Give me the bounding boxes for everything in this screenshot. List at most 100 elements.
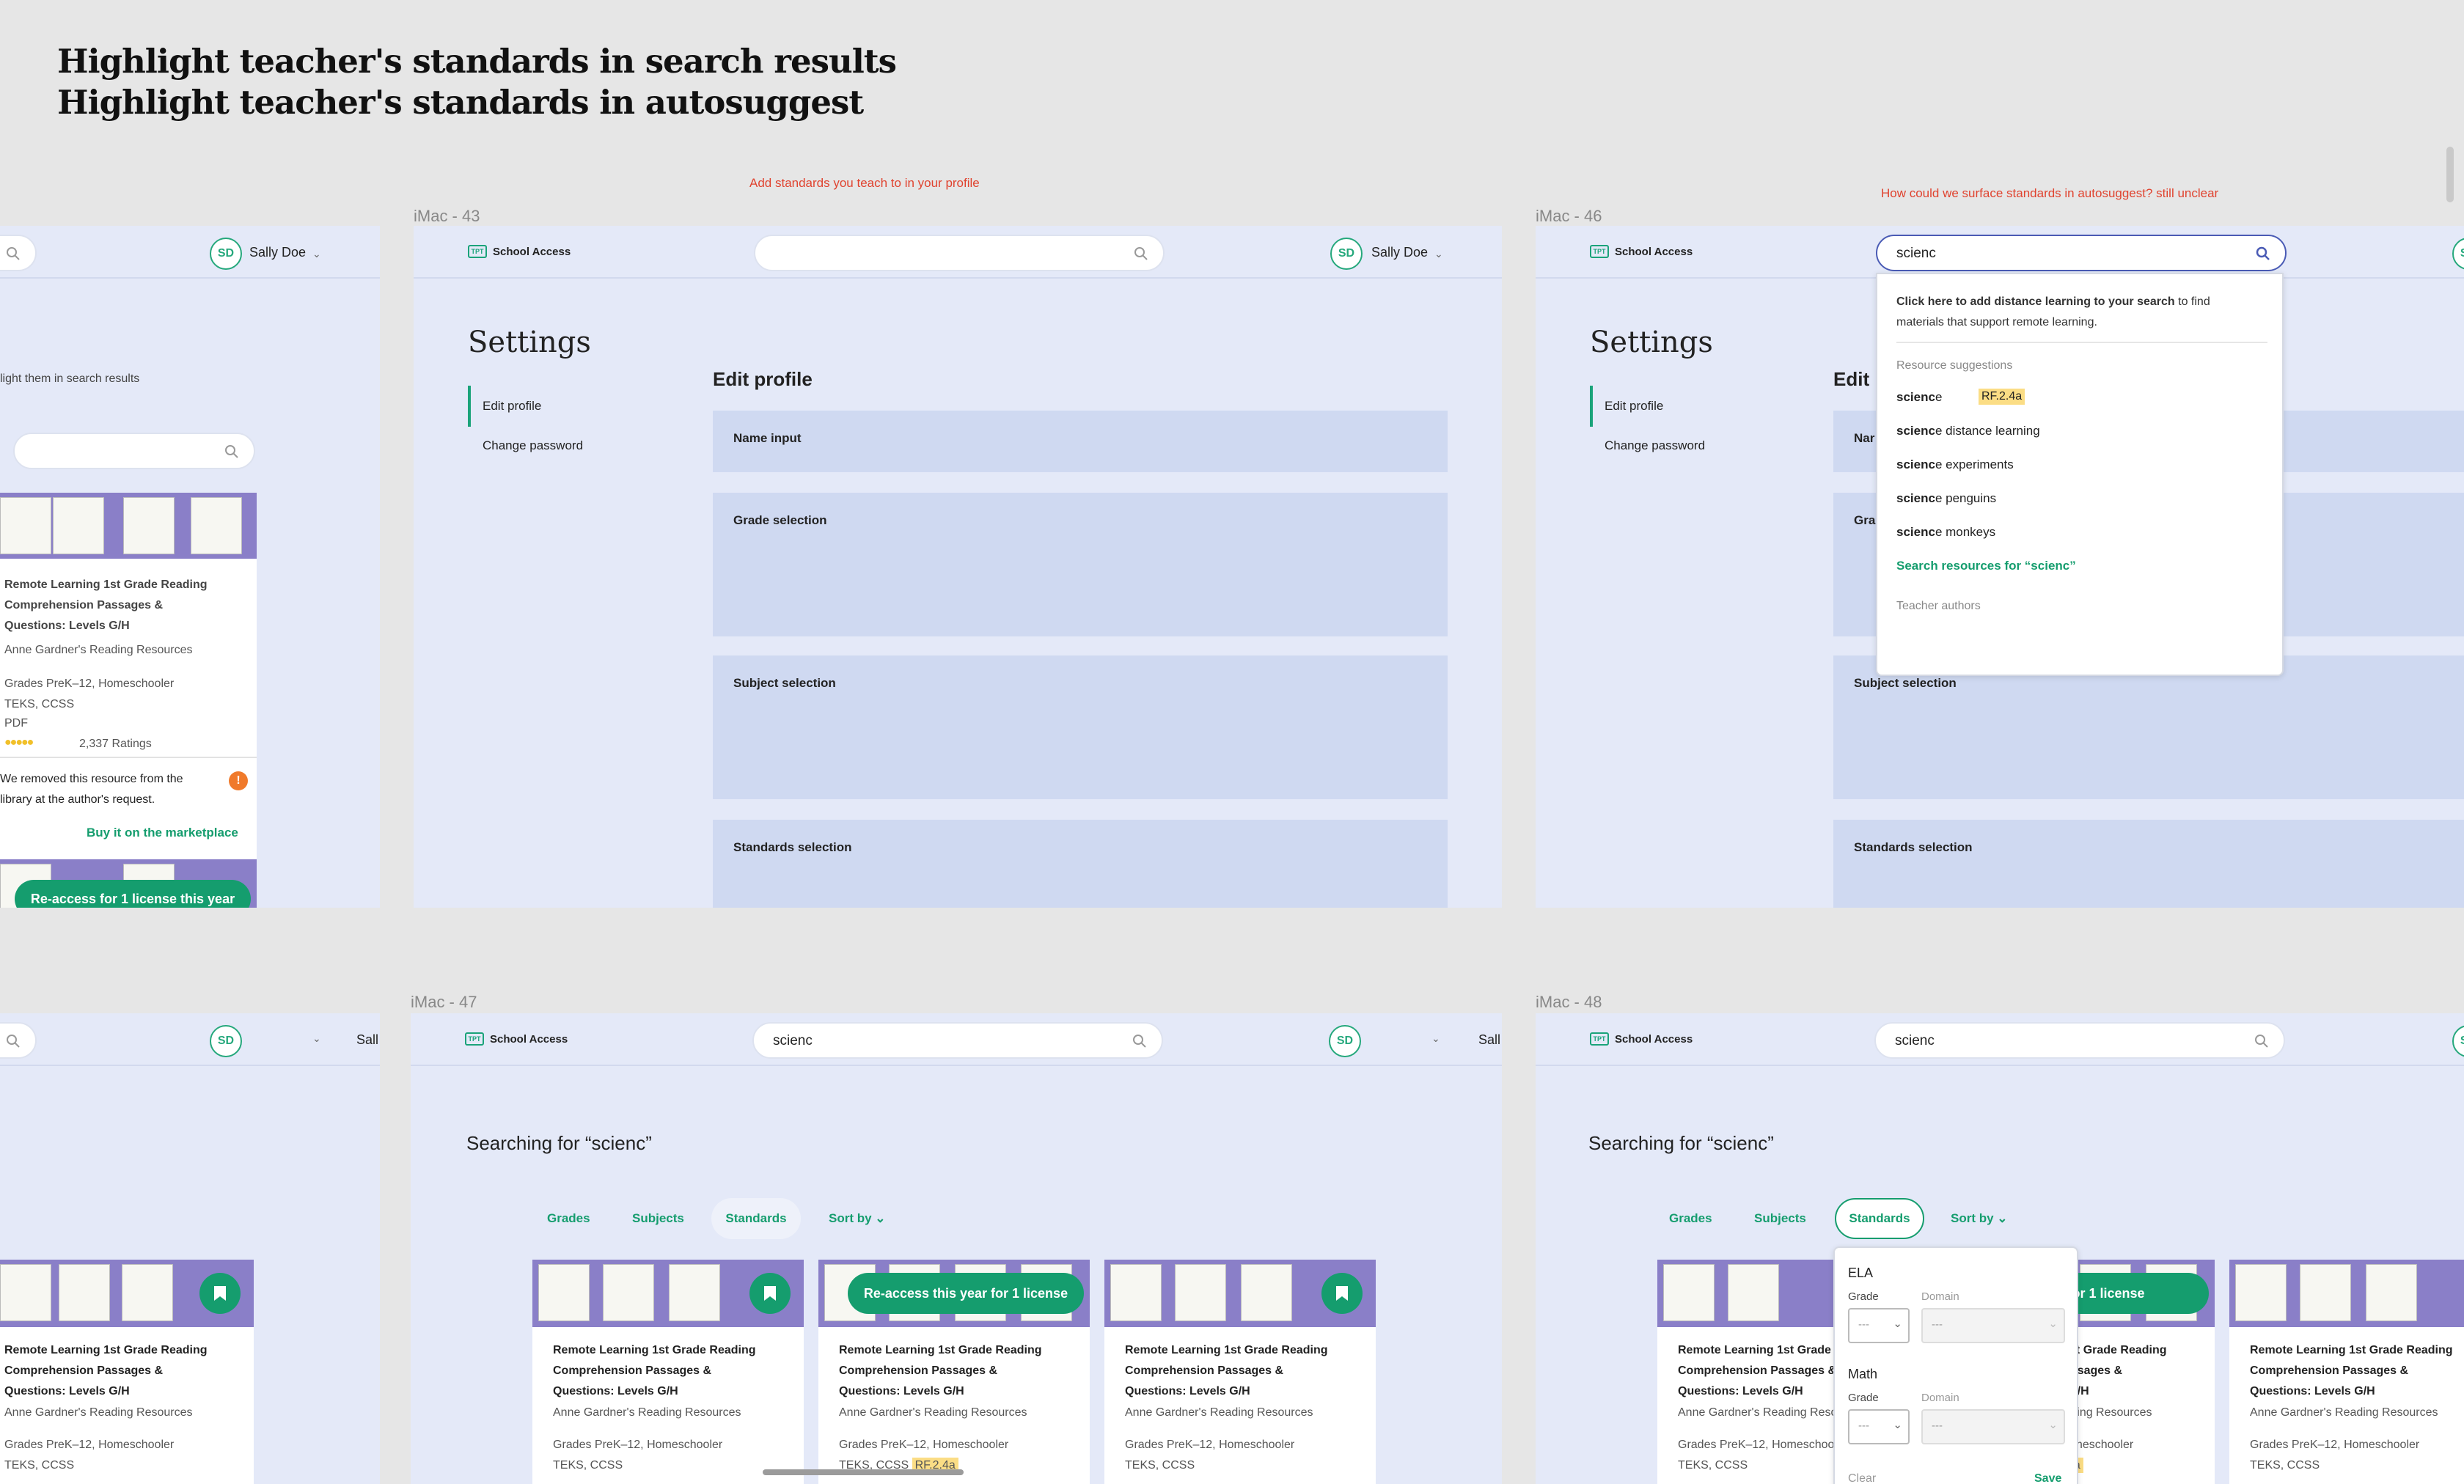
chevron-down-icon[interactable]: ⌄ — [312, 1032, 321, 1045]
subject-selection-panel[interactable]: Subject selection — [713, 655, 1448, 799]
resource-title[interactable]: Remote Learning 1st Grade Reading — [553, 1340, 756, 1361]
suggestion-item-1[interactable]: science — [1896, 390, 1942, 405]
search-icon[interactable] — [1132, 1034, 1147, 1048]
page-heading-line2: Highlight teacher's standards in autosug… — [57, 83, 864, 122]
resource-author[interactable]: Anne Gardner's Reading Resources — [4, 644, 193, 657]
chevron-down-icon[interactable]: ⌄ — [1434, 248, 1443, 260]
math-grade-select[interactable]: --- ⌄ — [1848, 1409, 1910, 1444]
resource-author[interactable]: Anne Gardner's Reading Resources — [4, 1406, 193, 1419]
page-scrollbar[interactable] — [2446, 147, 2454, 202]
school-access-logo[interactable]: TPT School Access — [465, 1032, 568, 1046]
filter-sort-by[interactable]: Sort by ⌄ — [829, 1211, 886, 1226]
resource-title[interactable]: Remote Learning 1st Grade Reading — [2250, 1340, 2453, 1361]
user-name[interactable]: Sally Doe — [249, 245, 306, 260]
resource-title-line2[interactable]: Comprehension Passages & — [839, 1361, 997, 1381]
filter-standards[interactable]: Standards — [711, 1198, 801, 1239]
standards-selection-panel[interactable]: Standards selection — [1833, 820, 2464, 908]
math-domain-select[interactable]: --- ⌄ — [1921, 1409, 2065, 1444]
search-input-secondary[interactable] — [13, 433, 255, 469]
school-access-logo[interactable]: TPT School Access — [1590, 1032, 1693, 1046]
resource-title-line2[interactable]: Comprehension Passages & — [2250, 1361, 2408, 1381]
user-name[interactable]: Sall — [1478, 1032, 1500, 1048]
resource-author[interactable]: Anne Gardner's Reading Resources — [2250, 1406, 2438, 1419]
resource-author[interactable]: Anne Gardner's Reading Resources — [553, 1406, 741, 1419]
subject-selection-panel[interactable]: Subject selection — [1833, 655, 2464, 799]
resource-card[interactable]: Remote Learning 1st Grade Reading Compre… — [0, 493, 257, 908]
resource-card[interactable]: Re-access this year for 1 license Remote… — [818, 1260, 1090, 1484]
resource-title-line3[interactable]: Questions: Levels G/H — [1125, 1381, 1250, 1402]
resource-title[interactable]: Remote Learning 1st Grade Reading — [4, 1340, 208, 1361]
filter-grades[interactable]: Grades — [1669, 1211, 1712, 1226]
resource-card[interactable]: Remote Learning 1st Grade Reading Compre… — [532, 1260, 804, 1484]
school-access-logo[interactable]: TPT School Access — [468, 245, 571, 258]
ela-domain-select[interactable]: --- ⌄ — [1921, 1308, 2065, 1343]
bookmark-button[interactable] — [749, 1273, 791, 1314]
suggestion-item-5[interactable]: science monkeys — [1896, 525, 1995, 540]
distance-learning-promo[interactable]: Click here to add distance learning to y… — [1896, 292, 2270, 333]
avatar[interactable]: SD — [210, 1025, 242, 1057]
suggestion-rest: e monkeys — [1935, 525, 1996, 539]
resource-card[interactable]: Remote Learning 1st Grade Reading Compre… — [2229, 1260, 2464, 1484]
search-input[interactable] — [0, 235, 37, 271]
user-name[interactable]: Sall — [356, 1032, 378, 1048]
sidebar-item-edit-profile[interactable]: Edit profile — [468, 386, 541, 427]
search-input[interactable]: scienc — [752, 1022, 1163, 1059]
filter-standards[interactable]: Standards — [1835, 1198, 1924, 1239]
standards-selection-panel[interactable]: Standards selection — [713, 820, 1448, 908]
avatar[interactable]: SD — [210, 238, 242, 270]
resource-title-line2[interactable]: Comprehension Passages & — [1125, 1361, 1283, 1381]
resource-title-line3[interactable]: Questions: Levels G/H — [2250, 1381, 2375, 1402]
ela-grade-select[interactable]: --- ⌄ — [1848, 1308, 1910, 1343]
buy-marketplace-link[interactable]: Buy it on the marketplace — [87, 826, 238, 840]
avatar[interactable]: SD — [1329, 1025, 1361, 1057]
resource-title-line3[interactable]: Questions: Levels G/H — [839, 1381, 964, 1402]
resource-card[interactable]: Remote Learning 1st Grade Reading Compre… — [0, 1260, 254, 1484]
sidebar-item-change-password[interactable]: Change password — [1605, 438, 1705, 453]
bookmark-button[interactable] — [199, 1273, 241, 1314]
grade-selection-panel[interactable]: Grade selection — [713, 493, 1448, 636]
clear-button[interactable]: Clear — [1848, 1472, 1876, 1484]
search-icon[interactable] — [2254, 1034, 2269, 1048]
search-input[interactable]: scienc — [1876, 235, 2287, 271]
resource-author[interactable]: Anne Gardner's Reading Resources — [839, 1406, 1027, 1419]
reaccess-button[interactable]: Re-access this year for 1 license — [848, 1273, 1084, 1314]
chevron-down-icon[interactable]: ⌄ — [1431, 1032, 1440, 1045]
bookmark-button[interactable] — [1321, 1273, 1363, 1314]
resource-title-line2[interactable]: Comprehension Passages & — [553, 1361, 711, 1381]
resource-author[interactable]: Anne Gardner's Reading Resources — [1125, 1406, 1313, 1419]
sidebar-item-change-password[interactable]: Change password — [483, 438, 583, 453]
save-button[interactable]: Save — [2034, 1472, 2061, 1484]
resource-title[interactable]: Remote Learning 1st Grade Reading — [1125, 1340, 1328, 1361]
avatar[interactable]: SD — [1330, 238, 1363, 270]
search-resources-link[interactable]: Search resources for “scienc” — [1896, 559, 2076, 573]
resource-title-line2[interactable]: Comprehension Passages & — [4, 1361, 163, 1381]
reaccess-button[interactable]: Re-access for 1 license this year — [15, 880, 251, 908]
resource-title[interactable]: Remote Learning 1st Grade Reading — [4, 575, 208, 595]
search-icon[interactable] — [2256, 246, 2270, 261]
resource-title-line3[interactable]: Questions: Levels G/H — [4, 616, 130, 636]
resource-title-line3[interactable]: Questions: Levels G/H — [1678, 1381, 1803, 1402]
suggestion-item-2[interactable]: science distance learning — [1896, 424, 2040, 438]
resource-title-line3[interactable]: Questions: Levels G/H — [553, 1381, 678, 1402]
filter-subjects[interactable]: Subjects — [1754, 1211, 1806, 1226]
resource-title-line2[interactable]: Comprehension Passages & — [1678, 1361, 1836, 1381]
search-icon[interactable] — [1134, 246, 1148, 261]
search-input[interactable] — [754, 235, 1165, 271]
filter-sort-by[interactable]: Sort by ⌄ — [1951, 1211, 2008, 1226]
search-input[interactable] — [0, 1022, 37, 1059]
filter-subjects[interactable]: Subjects — [632, 1211, 684, 1226]
suggestion-item-4[interactable]: science penguins — [1896, 491, 1996, 506]
chevron-down-icon[interactable]: ⌄ — [312, 248, 321, 260]
suggestion-item-3[interactable]: science experiments — [1896, 458, 2014, 472]
horizontal-scrollbar[interactable] — [763, 1469, 964, 1475]
resource-card[interactable]: Remote Learning 1st Grade Reading Compre… — [1104, 1260, 1376, 1484]
name-input-panel[interactable]: Name input — [713, 411, 1448, 472]
search-input[interactable]: scienc — [1874, 1022, 2285, 1059]
resource-title-line2[interactable]: Comprehension Passages & — [4, 595, 163, 616]
filter-grades[interactable]: Grades — [547, 1211, 590, 1226]
sidebar-item-edit-profile[interactable]: Edit profile — [1590, 386, 1663, 427]
school-access-logo[interactable]: TPT School Access — [1590, 245, 1693, 258]
user-name[interactable]: Sally Doe — [1371, 245, 1428, 260]
resource-title[interactable]: Remote Learning 1st Grade Reading — [839, 1340, 1042, 1361]
resource-title-line3[interactable]: Questions: Levels G/H — [4, 1381, 130, 1402]
